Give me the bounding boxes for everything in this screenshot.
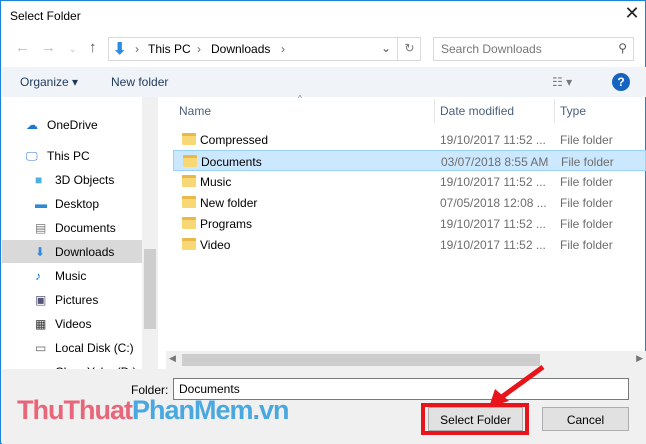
nav-scrollbar[interactable] [142, 97, 158, 369]
folder-icon [182, 133, 196, 145]
back-icon[interactable]: ← [15, 39, 30, 56]
file-date: 19/10/2017 11:52 ... [440, 175, 546, 189]
file-row[interactable]: New folder 07/05/2018 12:08 ... File folde… [173, 192, 646, 213]
nav-item-music[interactable]: ♪ Music [2, 264, 143, 287]
nav-item-label: Local Disk (C:) [55, 341, 134, 355]
file-name: Documents [201, 155, 262, 169]
cancel-button[interactable]: Cancel [542, 407, 629, 431]
this-pc-icon: 🖵 [26, 149, 38, 163]
address-dropdown-icon[interactable]: ⌄ [381, 41, 391, 55]
nav-item-label: Documents [55, 221, 116, 235]
downloads-icon: ⬇ [113, 41, 127, 58]
organize-label: Organize [20, 75, 69, 89]
nav-item-downloads[interactable]: ⬇ Downloads [2, 240, 143, 263]
crumb-downloads[interactable]: Downloads [211, 42, 270, 56]
nav-item-label: This PC [47, 149, 90, 163]
folder-icon [183, 155, 197, 167]
crumb-this-pc[interactable]: This PC [148, 42, 191, 56]
file-row[interactable]: Programs 19/10/2017 11:52 ... File folder [173, 213, 646, 234]
file-date: 07/05/2018 12:08 ... [440, 196, 547, 210]
refresh-icon[interactable]: ↻ [397, 38, 421, 60]
desktop-icon: ▬ [35, 197, 47, 211]
nav-item-label: Downloads [55, 245, 115, 259]
file-row[interactable]: Compressed 19/10/2017 11:52 ... File folde… [173, 129, 646, 150]
file-name: Music [200, 175, 232, 189]
view-options-icon[interactable]: ☷ ▾ [552, 75, 572, 89]
close-icon[interactable]: ✕ [621, 3, 643, 24]
nav-scroll-thumb[interactable] [144, 249, 156, 329]
nav-item-videos[interactable]: ▦ Videos [2, 312, 143, 335]
red-arrow-annotation [489, 364, 545, 407]
help-icon[interactable]: ? [612, 73, 630, 91]
file-type: File folder [560, 175, 613, 189]
nav-item-label: Music [55, 269, 87, 283]
window-title: Select Folder [10, 9, 81, 23]
music-icon: ♪ [35, 269, 41, 283]
nav-item-local-disk-c-[interactable]: ▭ Local Disk (C:) [2, 336, 143, 359]
file-date: 19/10/2017 11:52 ... [440, 217, 546, 231]
search-input[interactable]: Search Downloads ⚲ [433, 37, 634, 61]
nav-item-3d-objects[interactable]: ■ 3D Objects [2, 168, 143, 191]
column-date[interactable]: Date modified [440, 104, 514, 118]
nav-item-pictures[interactable]: ▣ Pictures [2, 288, 143, 311]
file-type: File folder [560, 196, 613, 210]
local-disk-icon: ▭ [35, 341, 47, 355]
file-name: New folder [200, 196, 258, 210]
nav-item-label: 3D Objects [55, 173, 115, 187]
file-date: 19/10/2017 11:52 ... [440, 238, 546, 252]
file-row[interactable]: Documents 03/07/2018 8:55 AM File folder [173, 150, 646, 171]
search-placeholder: Search Downloads [441, 42, 542, 56]
file-type: File folder [560, 238, 613, 252]
up-icon[interactable]: ↑ [89, 39, 97, 56]
pictures-icon: ▣ [35, 293, 47, 307]
videos-icon: ▦ [35, 317, 47, 331]
address-bar[interactable]: ⬇ › This PC › Downloads › ⌄ ↻ [108, 37, 421, 61]
nav-item-label: Pictures [55, 293, 99, 307]
nav-item-chamyoko-d-[interactable]: ▭ChamYoko (D:) [2, 360, 143, 369]
file-name: Video [200, 238, 231, 252]
column-type[interactable]: Type [560, 104, 586, 118]
toolbar [2, 67, 646, 97]
nav-item-documents[interactable]: ▤ Documents [2, 216, 143, 239]
file-row[interactable]: Music 19/10/2017 11:52 ... File folder [173, 171, 646, 192]
folder-icon [182, 238, 196, 250]
watermark: ThuThuatPhanMem.vn [17, 395, 290, 425]
sort-ascending-icon: ^ [298, 94, 302, 103]
file-name: Programs [200, 217, 253, 231]
nav-item-label: Videos [55, 317, 92, 331]
folder-icon [182, 217, 196, 229]
folder-icon [182, 196, 196, 208]
file-type: File folder [561, 155, 614, 169]
new-folder-button[interactable]: New folder [111, 75, 168, 89]
file-row[interactable]: Video 19/10/2017 11:52 ... File folder [173, 234, 646, 255]
search-icon: ⚲ [618, 41, 627, 55]
horizontal-scrollbar[interactable]: ◀ ▶ [166, 351, 646, 369]
nav-item-this-pc[interactable]: 🖵 This PC [2, 144, 143, 167]
nav-item-label: Desktop [55, 197, 100, 211]
folder-icon [182, 175, 196, 187]
file-name: Compressed [200, 133, 269, 147]
nav-item-desktop[interactable]: ▬ Desktop [2, 192, 143, 215]
nav-item-onedrive[interactable]: ☁ OneDrive [2, 113, 143, 136]
onedrive-icon: ☁ [26, 118, 38, 132]
organize-button[interactable]: Organize ▾ [20, 75, 78, 89]
select-folder-dialog: Select Folder ✕ ← → ⌄ ↑ ⬇ › This PC › Do… [0, 0, 646, 444]
downloads-icon: ⬇ [35, 245, 46, 259]
file-date: 19/10/2017 11:52 ... [440, 133, 546, 147]
navigation-pane: ☁ OneDrive 🖵 This PC ■ 3D Objects ▬ Desktop ▤ Doc… [2, 97, 157, 369]
documents-icon: ▤ [35, 221, 47, 235]
recent-dropdown-icon[interactable]: ⌄ [69, 44, 77, 55]
forward-icon[interactable]: → [41, 39, 56, 56]
file-type: File folder [560, 133, 613, 147]
3d-objects-icon: ■ [35, 173, 43, 187]
column-name[interactable]: Name [179, 104, 211, 118]
nav-item-label: OneDrive [47, 118, 98, 132]
file-type: File folder [560, 217, 613, 231]
file-date: 03/07/2018 8:55 AM [441, 155, 549, 169]
